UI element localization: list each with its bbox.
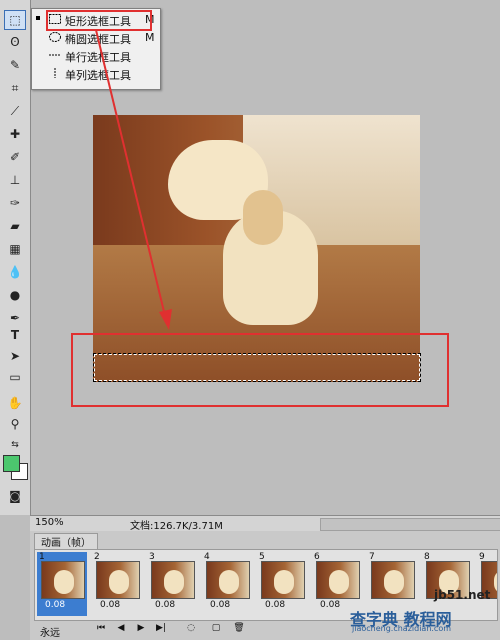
tween-icon[interactable]: ◌ [184, 623, 198, 635]
watermark: jb51.net 查字典 教程网 jiaocheng.chazidian.com [350, 588, 500, 640]
animation-frame[interactable]: 5 0.08 [257, 552, 307, 616]
next-frame-icon[interactable]: ▶| [154, 623, 168, 635]
frame-delay[interactable]: 0.08 [45, 600, 65, 610]
frame-thumbnail [96, 561, 140, 599]
animation-frame[interactable]: 4 0.08 [202, 552, 252, 616]
play-icon[interactable]: ▶ [134, 623, 148, 635]
frame-thumbnail [41, 561, 85, 599]
animation-frame[interactable]: 3 0.08 [147, 552, 197, 616]
frame-delay[interactable]: 0.08 [265, 600, 285, 610]
animation-frame[interactable]: 1 0.08 [37, 552, 87, 616]
zoom-level[interactable]: 150% [35, 517, 64, 528]
document-size: 文档:126.7K/3.71M [130, 521, 223, 532]
loop-select[interactable]: 永远 [40, 624, 60, 639]
watermark-sub: jiaocheng.chazidian.com [352, 624, 452, 633]
animation-frame[interactable]: 2 0.08 [92, 552, 142, 616]
frame-delay[interactable]: 0.08 [320, 600, 340, 610]
tab-animation-frames[interactable]: 动画（帧） [34, 533, 98, 549]
watermark-top: jb51.net [434, 588, 491, 602]
delete-frame-icon[interactable]: 🗑 [232, 623, 246, 635]
status-bar: 150% 文档:126.7K/3.71M [30, 515, 500, 532]
previous-frame-icon[interactable]: ◀ [114, 623, 128, 635]
first-frame-icon[interactable]: ⏮ [94, 623, 108, 635]
frame-delay[interactable]: 0.08 [155, 600, 175, 610]
frame-delay[interactable]: 0.08 [100, 600, 120, 610]
frame-thumbnail [151, 561, 195, 599]
frame-thumbnail [261, 561, 305, 599]
frame-thumbnail [206, 561, 250, 599]
new-frame-icon[interactable]: ▢ [209, 623, 223, 635]
horizontal-scrollbar[interactable] [320, 518, 500, 531]
frame-delay[interactable]: 0.08 [210, 600, 230, 610]
